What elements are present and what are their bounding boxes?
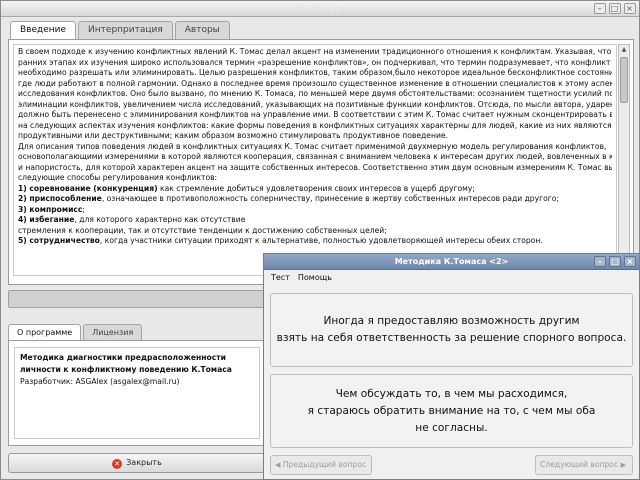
minimize-icon[interactable]: – xyxy=(594,3,606,14)
intro-line-bold: 1) соревнование (конкуренция) xyxy=(18,183,158,193)
tab-interpretation[interactable]: Интерпритация xyxy=(78,21,173,39)
intro-line: 2) приспособление, означающее в противоп… xyxy=(18,194,612,205)
test-window-title: Методика К.Томаса <2> xyxy=(394,257,509,266)
intro-line-text: ; xyxy=(82,204,85,214)
intro-line: В своем подходе к изучению конфликтных я… xyxy=(18,47,612,58)
menu-test[interactable]: Тест xyxy=(267,270,294,285)
intro-line: должно быть перенесено с элиминирования … xyxy=(18,110,612,121)
scrollbar-thumb[interactable] xyxy=(620,57,628,103)
test-window: Методика К.Томаса <2> – □ × Тест Помощь … xyxy=(263,253,640,480)
main-titlebar[interactable]: О тесте – □ × xyxy=(1,1,639,17)
intro-line-text: где люди работают в полной гармонии. Одн… xyxy=(18,78,612,88)
about-panel: Методика диагностики предрасположенности… xyxy=(8,340,266,446)
intro-line: Для описания типов поведения людей в кон… xyxy=(18,142,612,153)
prev-question-label: Предыдущий вопрос xyxy=(282,460,367,469)
tab-license[interactable]: Лицензия xyxy=(83,324,143,340)
intro-line-text: необходимо разрешать или элиминировать. … xyxy=(18,68,612,77)
main-tabbar: Введение Интерпритация Авторы xyxy=(10,21,232,40)
tab-authors[interactable]: Авторы xyxy=(174,21,230,39)
intro-line: следующие способы регулирования конфликт… xyxy=(18,173,612,184)
close-icon[interactable]: × xyxy=(624,3,636,14)
intro-line-text: стремления к кооперации, так и отсутстви… xyxy=(18,225,387,235)
tab-about-program[interactable]: О программе xyxy=(8,324,82,340)
close-circle-icon: ✕ xyxy=(112,459,123,469)
intro-line-bold: 4) избегание xyxy=(18,215,75,224)
intro-line: стремления к кооперации, так и отсутстви… xyxy=(18,226,612,237)
intro-line-text: и напористость, для которой характерен а… xyxy=(18,162,612,172)
main-window-title: О тесте xyxy=(298,4,342,14)
intro-line-text: как стремление добиться удовлетворения с… xyxy=(157,183,475,193)
intro-line-text: , для которого характерно как отсутствие xyxy=(74,215,246,224)
intro-line-text: следующие способы регулирования конфликт… xyxy=(18,173,218,182)
intro-line: продуктивными или деструктивными; каким … xyxy=(18,131,612,142)
intro-line-text: исследования конфликтов. Оно было вызван… xyxy=(18,89,612,98)
next-question-label: Следующий вопрос xyxy=(540,460,619,469)
test-window-controls: – □ × xyxy=(594,256,636,267)
intro-scrollbar[interactable]: ▲ ▼ xyxy=(618,44,630,276)
intro-line: 4) избегание, для которого характерно ка… xyxy=(18,215,612,226)
scroll-up-icon[interactable]: ▲ xyxy=(619,45,629,55)
intro-line: ранних этапах их изучения широко использ… xyxy=(18,58,612,69)
test-menubar: Тест Помощь xyxy=(264,270,639,285)
progress-fill xyxy=(9,291,265,307)
minimize-icon[interactable]: – xyxy=(594,256,606,267)
bottom-tabbar: О программе Лицензия xyxy=(8,324,144,340)
developer-info: Разработчик: ASGAlex (asgalex@mail.ru) xyxy=(20,377,180,386)
intro-line-text: элиминации конфликтов, увеличением числа… xyxy=(18,99,612,109)
intro-line-bold: 2) приспособление xyxy=(18,194,102,203)
maximize-icon[interactable]: □ xyxy=(609,3,621,14)
close-button[interactable]: ✕ Закрыть xyxy=(8,453,266,473)
intro-line: исследования конфликтов. Оно было вызван… xyxy=(18,89,612,100)
intro-line: 1) соревнование (конкуренция) как стремл… xyxy=(18,184,612,195)
intro-line-text: продуктивными или деструктивными; каким … xyxy=(18,131,448,140)
intro-line-bold: 3) компромисс xyxy=(18,204,83,214)
menu-help[interactable]: Помощь xyxy=(294,270,336,285)
intro-line: где люди работают в полной гармонии. Одн… xyxy=(18,79,612,90)
arrow-right-icon: ▶ xyxy=(620,461,626,469)
intro-line: основополагающими измерениями в которой … xyxy=(18,152,612,163)
answer-option-a[interactable]: Иногда я предоставляю возможность другим… xyxy=(270,293,633,367)
intro-line-text: , когда участники ситуации приходят к ал… xyxy=(99,236,543,245)
intro-text[interactable]: В своем подходе к изучению конфликтных я… xyxy=(13,44,617,276)
intro-line-text: основополагающими измерениями в которой … xyxy=(18,152,612,161)
main-window-controls: – □ × xyxy=(594,3,636,14)
intro-line: и напористость, для которой характерен а… xyxy=(18,163,612,174)
next-question-button[interactable]: Следующий вопрос ▶ xyxy=(535,455,633,475)
intro-line-text: ранних этапах их изучения широко использ… xyxy=(18,57,612,67)
maximize-icon[interactable]: □ xyxy=(609,256,621,267)
intro-line-text: должно быть перенесено с элиминирования … xyxy=(18,110,612,119)
intro-line-text: , означающее в противоположность соперни… xyxy=(101,194,559,203)
intro-line-bold: 5) сотрудничество xyxy=(18,236,100,245)
answer-a-text: Иногда я предоставляю возможность другим… xyxy=(276,315,627,344)
about-box: Методика диагностики предрасположенности… xyxy=(14,347,260,439)
intro-line-text: на следующих аспектах изучения конфликто… xyxy=(18,120,612,130)
test-titlebar[interactable]: Методика К.Томаса <2> – □ × xyxy=(264,254,639,270)
intro-line-text: В своем подходе к изучению конфликтных я… xyxy=(18,47,612,56)
intro-line: необходимо разрешать или элиминировать. … xyxy=(18,68,612,79)
intro-line: 3) компромисс; xyxy=(18,205,612,216)
arrow-left-icon: ◀ xyxy=(275,461,281,469)
program-name: Методика диагностики предрасположенности… xyxy=(20,353,232,374)
intro-line-text: Для описания типов поведения людей в кон… xyxy=(18,141,607,151)
tab-introduction[interactable]: Введение xyxy=(10,21,77,40)
intro-line: элиминации конфликтов, увеличением числа… xyxy=(18,100,612,111)
intro-panel: В своем подходе к изучению конфликтных я… xyxy=(8,39,634,285)
answer-option-b[interactable]: Чем обсуждать то, в чем мы расходимся, я… xyxy=(270,374,633,448)
intro-line: 5) сотрудничество, когда участники ситуа… xyxy=(18,236,612,247)
answer-b-text: Чем обсуждать то, в чем мы расходимся, я… xyxy=(307,387,596,434)
close-icon[interactable]: × xyxy=(624,256,636,267)
intro-line: на следующих аспектах изучения конфликто… xyxy=(18,121,612,132)
prev-question-button[interactable]: ◀ Предыдущий вопрос xyxy=(270,455,372,475)
close-button-label: Закрыть xyxy=(126,458,162,467)
